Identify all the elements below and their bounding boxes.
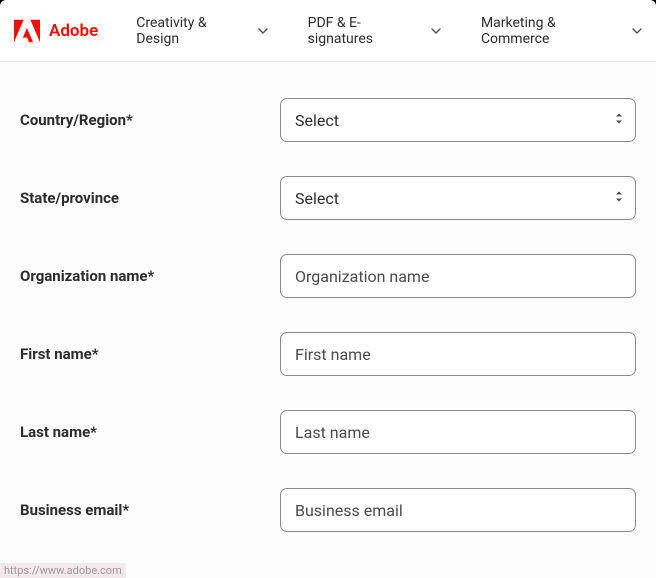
field-business-email: Business email*	[20, 488, 636, 532]
organization-input[interactable]	[280, 254, 636, 298]
country-select[interactable]: Select	[280, 98, 636, 142]
organization-label: Organization name*	[20, 267, 280, 285]
adobe-logo-icon	[14, 19, 40, 43]
state-control: Select	[280, 176, 636, 220]
first-name-label: First name*	[20, 345, 280, 363]
brand-name: Adobe	[49, 21, 98, 41]
chevron-down-icon	[632, 28, 642, 34]
nav-marketing-commerce[interactable]: Marketing & Commerce	[481, 15, 642, 47]
state-label: State/province	[20, 189, 280, 207]
business-email-input[interactable]	[280, 488, 636, 532]
last-name-control	[280, 410, 636, 454]
nav-creativity-design[interactable]: Creativity & Design	[136, 15, 267, 47]
field-country: Country/Region* Select	[20, 98, 636, 142]
brand-logo[interactable]: Adobe	[14, 19, 98, 43]
field-first-name: First name*	[20, 332, 636, 376]
main-nav: Creativity & Design PDF & E-signatures M…	[136, 15, 642, 47]
nav-pdf-esignatures[interactable]: PDF & E-signatures	[308, 15, 441, 47]
form: Country/Region* Select State/province Se…	[0, 62, 656, 578]
field-organization: Organization name*	[20, 254, 636, 298]
status-url: https://www.adobe.com	[0, 563, 126, 578]
country-label: Country/Region*	[20, 111, 280, 129]
field-last-name: Last name*	[20, 410, 636, 454]
first-name-control	[280, 332, 636, 376]
nav-item-label: PDF & E-signatures	[308, 15, 425, 47]
top-nav: Adobe Creativity & Design PDF & E-signat…	[0, 0, 656, 62]
last-name-input[interactable]	[280, 410, 636, 454]
nav-item-label: Creativity & Design	[136, 15, 251, 47]
country-control: Select	[280, 98, 636, 142]
business-email-control	[280, 488, 636, 532]
last-name-label: Last name*	[20, 423, 280, 441]
organization-control	[280, 254, 636, 298]
chevron-down-icon	[431, 28, 441, 34]
state-select[interactable]: Select	[280, 176, 636, 220]
nav-item-label: Marketing & Commerce	[481, 15, 626, 47]
first-name-input[interactable]	[280, 332, 636, 376]
business-email-label: Business email*	[20, 501, 280, 519]
chevron-down-icon	[258, 28, 268, 34]
field-state: State/province Select	[20, 176, 636, 220]
